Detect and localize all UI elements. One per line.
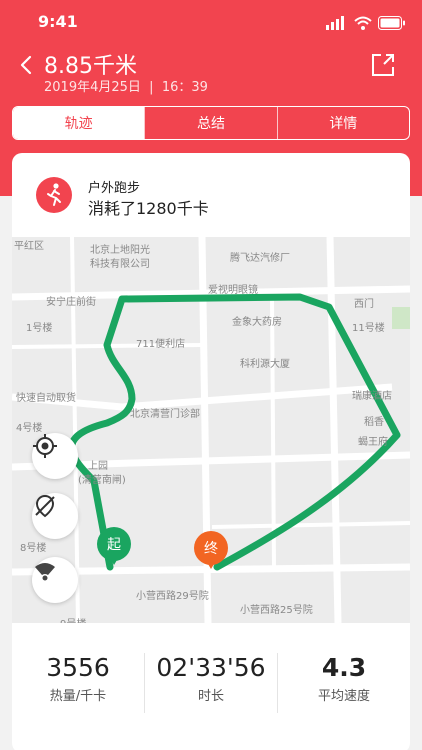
map-label: 蝎王府 — [358, 437, 388, 448]
map-label: (清营南闸) — [78, 475, 126, 486]
map-label: 北京上地阳光 — [90, 245, 150, 256]
map-label: 瑞康酒店 — [352, 391, 392, 402]
run-stats: 3556 热量/千卡 02'33'56 时长 4.3 平均速度 — [12, 653, 410, 713]
tab-track[interactable]: 轨迹 — [13, 107, 145, 139]
map-label: 快速自动取货 — [16, 393, 76, 404]
start-marker: 起 — [97, 527, 131, 569]
stat-value: 02'33'56 — [156, 653, 266, 682]
end-marker: 终 — [194, 531, 228, 573]
stat-label: 时长 — [197, 689, 224, 704]
locate-icon — [33, 434, 57, 458]
status-bar: 9:41 — [0, 12, 422, 34]
stat-calories: 3556 热量/千卡 — [12, 653, 144, 713]
route-map[interactable]: 平红区 北京上地阳光 科技有限公司 腾飞达汽修厂 爱视明眼镜 西门 安宁庄前街 … — [12, 237, 410, 623]
date-separator: | — [149, 80, 154, 95]
map-label: 小营西路29号院 — [136, 591, 209, 602]
map-label: 北京清营门诊部 — [130, 409, 200, 420]
wifi-icon — [354, 16, 372, 30]
map-label: 711便利店 — [136, 339, 186, 350]
map-layer-button[interactable] — [32, 557, 78, 603]
date-time: 2019年4月25日 | 16：39 — [44, 76, 208, 95]
stat-duration: 02'33'56 时长 — [144, 653, 277, 713]
map-label: 小营西路25号院 — [240, 605, 313, 616]
stat-value: 3556 — [46, 653, 110, 682]
map-label: 8号楼 — [20, 543, 47, 554]
run-card: 户外跑步 消耗了1280千卡 平红区 北京上地阳光 科技有限公司 腾飞达汽修厂 … — [12, 153, 410, 750]
running-icon — [36, 177, 72, 213]
map-label: 上园 — [88, 461, 108, 472]
map-label: 1号楼 — [26, 323, 53, 334]
map-label: 安宁庄前街 — [46, 297, 96, 308]
run-date: 2019年4月25日 — [44, 80, 141, 95]
locate-button[interactable] — [32, 433, 78, 479]
stat-value: 4.3 — [321, 653, 367, 682]
status-time: 9:41 — [38, 12, 78, 31]
map-label: 稻香 — [364, 417, 384, 428]
map-label: 平红区 — [14, 241, 44, 252]
run-clock: 16：39 — [161, 80, 208, 95]
map-label: 腾飞达汽修厂 — [230, 253, 290, 264]
route-hide-icon — [35, 494, 55, 518]
map-label: 9号楼 — [60, 615, 86, 623]
stat-label: 热量/千卡 — [49, 689, 107, 704]
map-label: 科技有限公司 — [90, 259, 150, 270]
cellular-signal-icon — [326, 16, 344, 30]
stat-label: 平均速度 — [317, 689, 370, 704]
calories-summary: 消耗了1280千卡 — [88, 199, 209, 218]
map-label: 金象大药房 — [232, 317, 282, 328]
back-arrow-icon[interactable] — [16, 54, 38, 76]
map-label: 4号楼 — [16, 423, 43, 434]
share-icon[interactable] — [370, 52, 396, 78]
tab-details[interactable]: 详情 — [276, 107, 409, 139]
map-label: 西门 — [354, 299, 374, 310]
map-label: 爱视明眼镜 — [208, 285, 258, 296]
park-area — [392, 307, 410, 329]
battery-icon — [378, 16, 405, 30]
map-label: 11号楼 — [352, 323, 385, 334]
signal-cone-icon — [35, 563, 55, 581]
hide-route-button[interactable] — [32, 493, 78, 539]
map-label: 科利源大厦 — [240, 359, 290, 370]
activity-type: 户外跑步 — [88, 181, 141, 196]
stat-avg-speed: 4.3 平均速度 — [277, 653, 410, 713]
tab-bar: 轨迹 总结 详情 — [12, 106, 410, 140]
tab-summary[interactable]: 总结 — [144, 107, 276, 139]
